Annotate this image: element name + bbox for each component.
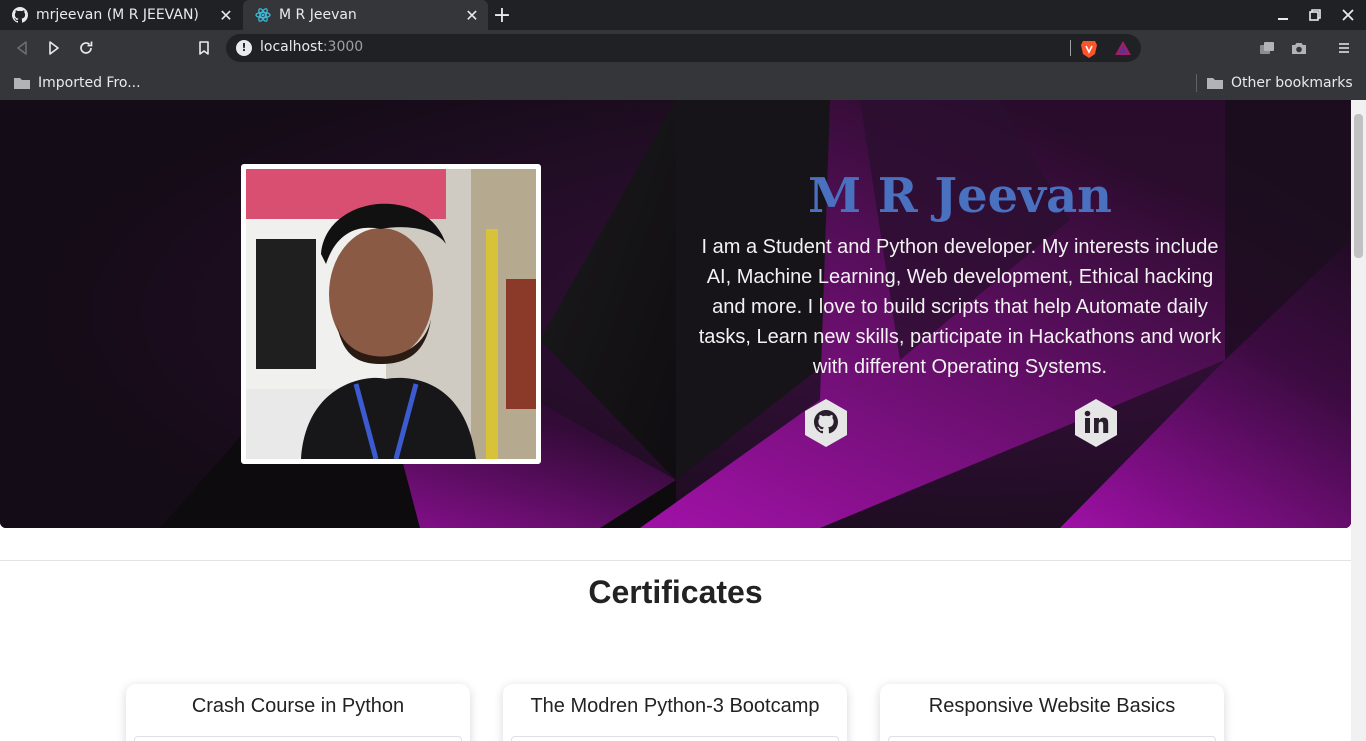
certificate-preview	[511, 736, 839, 741]
certificate-title: Crash Course in Python	[191, 695, 405, 717]
certificate-card[interactable]: Crash Course in Python	[126, 684, 470, 741]
bookmark-folder-other[interactable]: Other bookmarks	[1207, 72, 1353, 94]
bookmark-folder-imported[interactable]: Imported Fro...	[14, 72, 141, 94]
react-icon	[255, 8, 271, 22]
certificate-title: The Modren Python-3 Bootcamp	[530, 695, 820, 717]
close-window-icon[interactable]	[1332, 0, 1364, 30]
restore-icon[interactable]	[1299, 0, 1331, 30]
close-icon[interactable]: ✕	[214, 3, 238, 27]
certificate-card[interactable]: Responsive Website Basics	[880, 684, 1224, 741]
bookmarks-bar: Imported Fro... Other bookmarks	[0, 66, 1366, 100]
new-tab-button[interactable]: +	[490, 3, 514, 28]
tab-portfolio[interactable]: M R Jeevan ✕	[243, 0, 488, 30]
brave-rewards-icon[interactable]	[1114, 40, 1132, 56]
tab-strip: mrjeevan (M R JEEVAN) ✕ M R Jeevan ✕ +	[0, 0, 1366, 30]
certificate-card[interactable]: The Modren Python-3 Bootcamp	[503, 684, 847, 741]
hero-section: M R Jeevan I am a Student and Python dev…	[0, 100, 1351, 528]
info-icon[interactable]: !	[236, 40, 252, 56]
reload-icon[interactable]	[73, 35, 99, 61]
close-icon[interactable]: ✕	[460, 3, 484, 27]
tab-title: mrjeevan (M R JEEVAN)	[36, 7, 199, 23]
camera-icon[interactable]	[1286, 35, 1312, 61]
forward-icon[interactable]	[41, 35, 67, 61]
section-divider	[0, 560, 1351, 561]
tab-github[interactable]: mrjeevan (M R JEEVAN) ✕	[0, 0, 242, 30]
menu-icon[interactable]	[1331, 35, 1357, 61]
linkedin-link[interactable]	[1073, 398, 1119, 448]
certificate-preview	[888, 736, 1216, 741]
certificate-preview	[134, 736, 462, 741]
address-bar[interactable]: ! localhost:3000	[226, 34, 1141, 62]
profile-name: M R Jeevan	[807, 168, 1113, 224]
profile-photo-image	[246, 169, 536, 459]
divider	[1196, 74, 1197, 92]
folder-icon	[14, 78, 30, 89]
linkedin-icon	[1075, 399, 1117, 447]
url-text: localhost:3000	[260, 39, 364, 55]
github-icon	[805, 399, 847, 447]
minimize-icon[interactable]	[1267, 0, 1299, 30]
certificates-heading: Certificates	[588, 574, 763, 610]
scrollbar-thumb[interactable]	[1354, 114, 1363, 258]
bookmark-icon[interactable]	[191, 35, 217, 61]
tab-title: M R Jeevan	[279, 7, 357, 23]
extensions-icon[interactable]	[1254, 35, 1280, 61]
vertical-scrollbar[interactable]	[1351, 100, 1366, 741]
page-viewport: M R Jeevan I am a Student and Python dev…	[0, 100, 1351, 741]
brave-shield-icon[interactable]	[1080, 39, 1098, 58]
bookmark-label: Other bookmarks	[1231, 75, 1353, 91]
divider	[1070, 40, 1071, 56]
toolbar: ! localhost:3000	[0, 30, 1366, 66]
back-icon[interactable]	[9, 35, 35, 61]
github-icon	[12, 7, 28, 23]
certificate-title: Responsive Website Basics	[928, 695, 1176, 717]
profile-photo	[241, 164, 541, 464]
github-link[interactable]	[803, 398, 849, 448]
bookmark-label: Imported Fro...	[38, 75, 141, 91]
profile-bio: I am a Student and Python developer. My …	[698, 236, 1222, 378]
folder-icon	[1207, 78, 1223, 89]
